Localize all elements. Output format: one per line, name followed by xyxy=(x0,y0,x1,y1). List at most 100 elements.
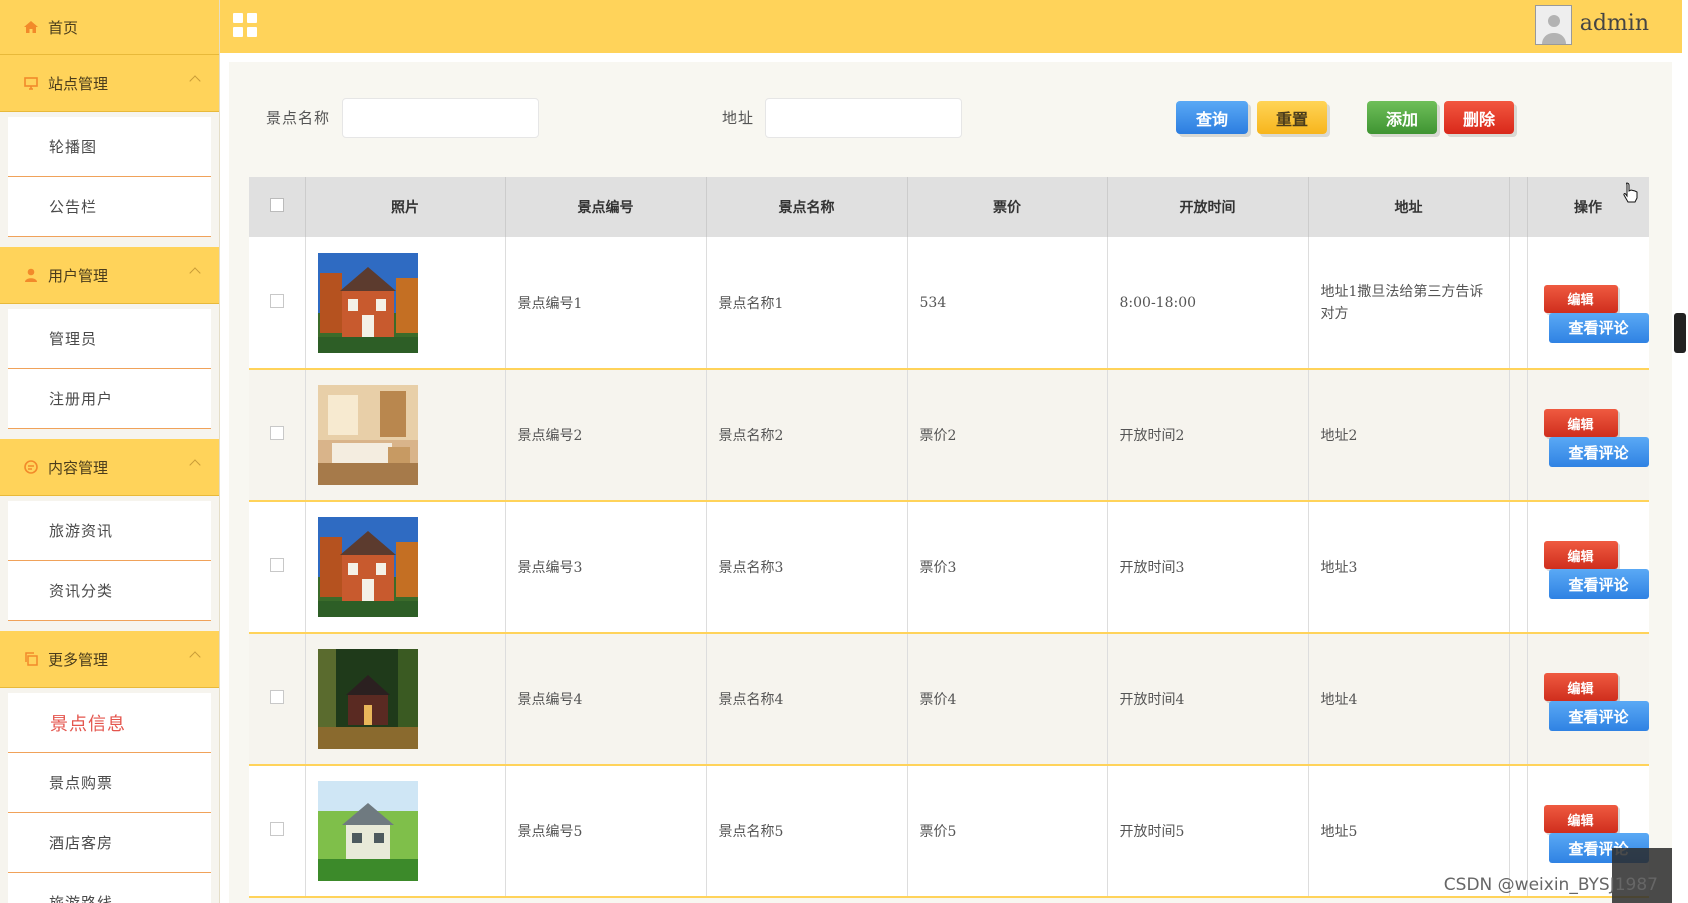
sidebar-item-hotel-rooms[interactable]: 酒店客房 xyxy=(8,813,211,873)
photo-house-orange[interactable] xyxy=(317,252,418,353)
actions-cell: 编辑 查看评论 xyxy=(1527,237,1649,370)
view-comments-button[interactable]: 查看评论 xyxy=(1548,701,1649,731)
query-button[interactable]: 查询 xyxy=(1176,101,1248,134)
address-cell: 地址3 xyxy=(1308,501,1510,634)
select-all-checkbox[interactable] xyxy=(269,198,284,212)
hand-cursor-icon xyxy=(1623,182,1638,203)
photo-cabin-forest[interactable] xyxy=(317,649,418,749)
sidebar-item-registered-users[interactable]: 注册用户 xyxy=(8,369,211,429)
photo-cell xyxy=(305,369,506,502)
add-button[interactable]: 添加 xyxy=(1367,101,1437,134)
sidebar: 首页 站点管理 轮播图 公告栏 用户管理 管理员 注册用户 内容管理 旅游资讯 … xyxy=(0,0,220,903)
home-icon xyxy=(22,18,40,36)
col-header-hours: 开放时间 xyxy=(1107,177,1309,237)
sidebar-item-scenic-info[interactable]: 景点信息 xyxy=(8,693,211,753)
price-cell: 票价2 xyxy=(907,369,1108,502)
col-header-price: 票价 xyxy=(907,177,1108,237)
row-checkbox[interactable] xyxy=(269,558,284,572)
select-all-cell xyxy=(249,177,306,237)
nav-home[interactable]: 首页 xyxy=(0,0,219,55)
main-content: 景点名称 地址 查询 重置 添加 删除 照片 景点编号 景点名称 票价 开放时间… xyxy=(229,62,1672,903)
hours-cell: 8:00-18:00 xyxy=(1107,237,1309,370)
col-header-photo: 照片 xyxy=(305,177,506,237)
reset-button[interactable]: 重置 xyxy=(1257,101,1327,134)
username[interactable]: admin xyxy=(1580,11,1649,36)
photo-cell xyxy=(305,765,506,898)
view-comments-button[interactable]: 查看评论 xyxy=(1548,569,1649,599)
address-input[interactable] xyxy=(765,98,962,138)
scrollbar-handle[interactable] xyxy=(1674,313,1686,353)
code-cell: 景点编号5 xyxy=(505,765,707,898)
photo-hotel-room[interactable] xyxy=(317,385,418,485)
sidebar-item-admin[interactable]: 管理员 xyxy=(8,309,211,369)
chevron-up-icon xyxy=(189,651,201,663)
edit-button[interactable]: 编辑 xyxy=(1543,409,1618,437)
row-checkbox[interactable] xyxy=(269,293,284,308)
edit-button[interactable]: 编辑 xyxy=(1543,284,1618,313)
avatar[interactable] xyxy=(1535,5,1572,45)
col-header-address: 地址 xyxy=(1308,177,1510,237)
hours-cell: 开放时间3 xyxy=(1107,501,1309,634)
chat-icon xyxy=(22,458,40,476)
nav-section-content[interactable]: 内容管理 xyxy=(0,439,219,496)
nav-section-site[interactable]: 站点管理 xyxy=(0,55,219,112)
table-row: 景点编号5 景点名称5 票价5 开放时间5 地址5 编辑 查看评论 xyxy=(249,765,1649,898)
price-cell: 534 xyxy=(907,237,1108,370)
row-checkbox[interactable] xyxy=(269,690,284,704)
row-select-cell xyxy=(249,237,306,370)
row-checkbox[interactable] xyxy=(269,822,284,836)
chevron-up-icon xyxy=(189,459,201,471)
col-header-code: 景点编号 xyxy=(505,177,707,237)
row-checkbox[interactable] xyxy=(269,426,284,440)
sidebar-item-travel-routes[interactable]: 旅游路线 xyxy=(8,873,211,903)
row-select-cell xyxy=(249,765,306,898)
actions-cell: 编辑 查看评论 xyxy=(1527,369,1649,502)
hidden-cell xyxy=(1509,369,1528,502)
sidebar-item-ticket-purchase[interactable]: 景点购票 xyxy=(8,753,211,813)
monitor-icon xyxy=(22,74,40,92)
sidebar-item-news-category[interactable]: 资讯分类 xyxy=(8,561,211,621)
edit-button[interactable]: 编辑 xyxy=(1543,673,1618,701)
hours-cell: 开放时间4 xyxy=(1107,633,1309,766)
name-cell: 景点名称2 xyxy=(706,369,908,502)
delete-button[interactable]: 删除 xyxy=(1444,101,1514,134)
view-comments-button[interactable]: 查看评论 xyxy=(1548,312,1649,343)
photo-house-garden[interactable] xyxy=(317,781,418,881)
col-header-hidden xyxy=(1509,177,1528,237)
sidebar-item-travel-news[interactable]: 旅游资讯 xyxy=(8,501,211,561)
scenic-name-label: 景点名称 xyxy=(266,109,331,127)
name-cell: 景点名称5 xyxy=(706,765,908,898)
hours-cell: 开放时间2 xyxy=(1107,369,1309,502)
address-cell: 地址2 xyxy=(1308,369,1510,502)
sidebar-item-carousel[interactable]: 轮播图 xyxy=(8,117,211,177)
col-header-name: 景点名称 xyxy=(706,177,908,237)
nav-section-label: 站点管理 xyxy=(48,74,109,93)
menu-grid-icon[interactable] xyxy=(233,13,257,37)
name-cell: 景点名称1 xyxy=(706,237,908,370)
table-row: 景点编号3 景点名称3 票价3 开放时间3 地址3 编辑 查看评论 xyxy=(249,501,1649,634)
user-icon xyxy=(22,266,40,284)
actions-cell: 编辑 查看评论 xyxy=(1527,501,1649,634)
sidebar-item-notice[interactable]: 公告栏 xyxy=(8,177,211,237)
edit-button[interactable]: 编辑 xyxy=(1543,805,1618,833)
table-row: 景点编号2 景点名称2 票价2 开放时间2 地址2 编辑 查看评论 xyxy=(249,369,1649,502)
name-cell: 景点名称4 xyxy=(706,633,908,766)
photo-house-orange[interactable] xyxy=(317,517,418,617)
hidden-cell xyxy=(1509,237,1528,370)
nav-section-label: 用户管理 xyxy=(48,266,109,285)
nav-section-users[interactable]: 用户管理 xyxy=(0,247,219,304)
nav-section-label: 内容管理 xyxy=(48,458,109,477)
topbar: admin xyxy=(220,0,1682,53)
address-label: 地址 xyxy=(722,109,755,127)
address-cell: 地址1撒旦法给第三方告诉对方 xyxy=(1308,237,1510,370)
nav-section-more[interactable]: 更多管理 xyxy=(0,631,219,688)
code-cell: 景点编号3 xyxy=(505,501,707,634)
photo-cell xyxy=(305,237,506,370)
nav-section-label: 更多管理 xyxy=(48,650,109,669)
chevron-up-icon xyxy=(189,75,201,87)
view-comments-button[interactable]: 查看评论 xyxy=(1548,437,1649,467)
photo-cell xyxy=(305,633,506,766)
photo-cell xyxy=(305,501,506,634)
edit-button[interactable]: 编辑 xyxy=(1543,541,1618,569)
scenic-name-input[interactable] xyxy=(342,98,539,138)
